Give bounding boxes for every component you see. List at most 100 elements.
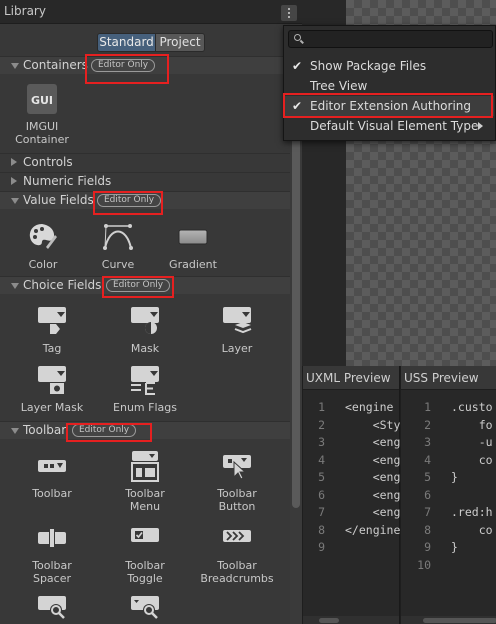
line-number: 5	[318, 470, 325, 484]
palette-icon	[29, 224, 57, 249]
library-panel: Library Standard Project Containers Edit…	[0, 0, 302, 624]
collapse-arrow-icon	[11, 158, 17, 166]
layer-mask-icon	[38, 366, 66, 394]
gradient-icon	[178, 229, 208, 245]
menu-item-show-package-files[interactable]: ✔ Show Package Files	[285, 56, 494, 76]
menu-item-label: Default Visual Element Type	[310, 119, 479, 133]
toolbar-search-icon	[38, 596, 66, 619]
code-line: }	[451, 470, 458, 484]
code-line: co	[451, 522, 493, 537]
uxml-preview-tab[interactable]: UXML Preview	[303, 366, 399, 390]
search-icon	[294, 34, 301, 41]
code-line: <engine	[345, 400, 394, 414]
code-line: <eng	[345, 452, 401, 467]
item-label: Tag	[42, 342, 62, 355]
item-label: Mask	[130, 342, 160, 355]
item-label: Layer Mask	[20, 401, 84, 414]
kebab-menu-icon[interactable]	[281, 5, 297, 21]
item-imgui-container[interactable]: GUI IMGUI Container	[0, 83, 86, 153]
item-label: Gradient	[169, 258, 217, 271]
uss-hscrollbar-thumb[interactable]	[423, 618, 496, 623]
toolbar-button-icon	[223, 455, 251, 480]
item-label: Layer	[221, 342, 253, 355]
library-options-menu: ✔ Show Package Files Tree View ✔ Editor Exte…	[283, 25, 496, 141]
item-label: Toolbar Spacer	[32, 559, 72, 585]
uss-preview-pane: USS Preview 1 .custo 2 fo 3 -u 4 co 5} 6 7 .red:…	[400, 366, 496, 624]
category-numeric-fields[interactable]: Numeric Fields	[0, 172, 290, 190]
code-line: .custo	[451, 400, 493, 414]
item-toolbar-button[interactable]: Toolbar Button	[193, 450, 281, 520]
uxml-hscrollbar-thumb[interactable]	[319, 618, 339, 623]
line-number: 4	[318, 452, 325, 467]
mask-icon	[131, 307, 159, 334]
uss-preview-tab[interactable]: USS Preview	[401, 366, 496, 390]
code-line: <eng	[345, 487, 401, 502]
line-number: 9	[318, 540, 325, 554]
line-number: 7	[424, 505, 431, 519]
item-label: Toolbar	[32, 487, 72, 500]
item-toolbar-toggle[interactable]: Toolbar Toggle	[101, 522, 189, 592]
curve-icon	[103, 224, 133, 250]
expand-arrow-icon	[11, 63, 19, 69]
highlight-box	[93, 191, 163, 215]
imgui-icon: GUI	[27, 84, 57, 114]
toolbar-icon	[38, 460, 66, 472]
code-line: <eng	[345, 470, 401, 484]
code-line: -u	[451, 435, 493, 449]
library-title: Library	[4, 4, 46, 18]
line-number: 9	[424, 540, 431, 554]
uss-preview-title: USS Preview	[404, 371, 479, 385]
enum-flags-icon	[131, 366, 159, 395]
expand-arrow-icon	[11, 428, 19, 434]
item-label: Toolbar Breadcrumbs	[200, 559, 274, 585]
submenu-arrow-icon	[478, 122, 483, 130]
toolbar-toggle-icon	[131, 528, 159, 542]
item-toolbar-menu[interactable]: Toolbar Menu	[101, 450, 189, 520]
tab-standard[interactable]: Standard	[97, 33, 156, 52]
line-number: 2	[424, 417, 431, 432]
collapse-arrow-icon	[11, 177, 17, 185]
code-line: <Sty	[345, 417, 401, 432]
code-line: fo	[451, 417, 493, 432]
item-label: Toolbar Toggle	[125, 559, 165, 585]
item-layer[interactable]: Layer	[193, 305, 281, 375]
line-number: 3	[424, 435, 431, 449]
item-toolbar-spacer[interactable]: Toolbar Spacer	[8, 522, 96, 592]
category-label: Choice Fields	[23, 278, 102, 292]
toolbar-popup-search-icon	[131, 596, 159, 619]
item-toolbar[interactable]: Toolbar	[8, 450, 96, 520]
toolbar-breadcrumbs-icon	[223, 530, 251, 542]
uxml-preview-title: UXML Preview	[306, 371, 391, 385]
highlight-box	[102, 276, 174, 298]
code-line: co	[451, 452, 493, 467]
item-toolbar-breadcrumbs[interactable]: Toolbar Breadcrumbs	[193, 522, 281, 592]
layer-icon	[223, 307, 252, 334]
item-label: IMGUI Container	[15, 120, 69, 146]
line-number: 4	[424, 452, 431, 467]
tab-project[interactable]: Project	[156, 33, 205, 52]
line-number: 1	[318, 400, 325, 414]
category-controls[interactable]: Controls	[0, 153, 290, 171]
menu-search-input[interactable]	[307, 32, 487, 46]
line-number: 7	[318, 505, 325, 519]
line-number: 2	[318, 417, 325, 432]
code-line: <eng	[345, 435, 401, 449]
checkmark-icon: ✔	[292, 59, 303, 73]
menu-item-default-visual-element-type[interactable]: Default Visual Element Type	[285, 116, 494, 136]
code-line: .red:h	[451, 505, 493, 519]
uxml-preview-pane: UXML Preview 1 <engine 2 <Sty 3 <eng 4 <eng 5…	[302, 366, 401, 624]
expand-arrow-icon	[11, 198, 19, 204]
category-label: Value Fields	[23, 193, 94, 207]
toolbar-menu-icon	[131, 451, 159, 482]
uxml-hscrollbar[interactable]	[303, 616, 399, 624]
menu-item-label: Show Package Files	[310, 59, 427, 73]
line-number: 3	[318, 435, 325, 449]
menu-search-field[interactable]	[288, 30, 493, 48]
code-line: <eng	[345, 505, 401, 519]
highlight-box	[283, 93, 493, 118]
item-label: Toolbar Button	[217, 487, 257, 513]
toolbar-spacer-icon	[38, 528, 66, 548]
item-label: Enum Flags	[113, 401, 177, 414]
code-line: }	[451, 540, 458, 554]
code-line: </engine	[345, 522, 401, 537]
